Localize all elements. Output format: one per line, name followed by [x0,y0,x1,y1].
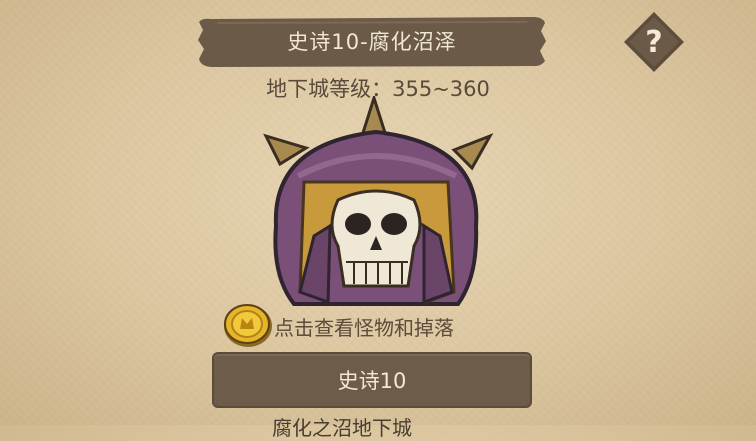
view-monsters-drops-label: 点击查看怪物和掉落 [274,315,454,340]
footer-text: 腐化之沼地下城 [272,416,412,440]
title-banner: 史诗10-腐化沼泽 [197,13,547,69]
boss-helmet-skull-icon[interactable] [258,93,498,326]
view-monsters-drops-link[interactable]: 点击查看怪物和掉落 [222,302,454,350]
help-button[interactable]: ? [622,10,686,74]
difficulty-label: 史诗10 [337,369,407,393]
dungeon-title: 史诗10-腐化沼泽 [287,30,457,54]
question-mark-icon: ? [645,24,663,60]
difficulty-select-button[interactable]: 史诗10 [212,352,532,408]
gold-coin-icon [224,304,272,347]
